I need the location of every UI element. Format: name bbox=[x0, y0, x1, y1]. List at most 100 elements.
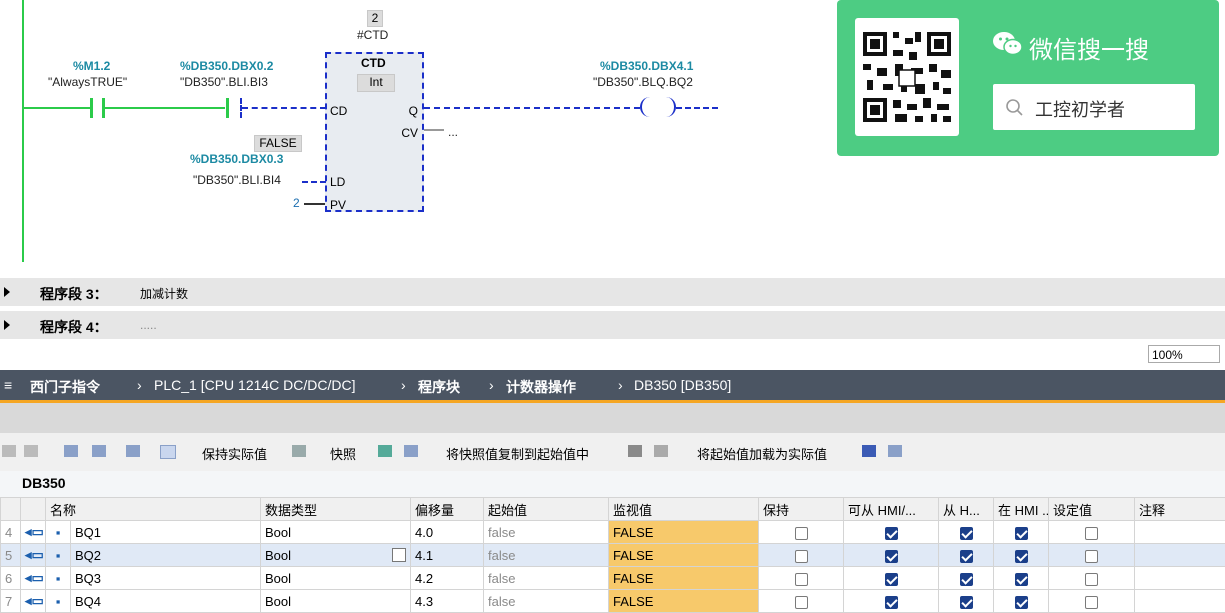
hmi-write-checkbox[interactable] bbox=[960, 550, 973, 563]
ctd-title: CTD bbox=[361, 56, 386, 70]
zoom-field[interactable]: 100% bbox=[1148, 345, 1220, 363]
breadcrumb-counter[interactable]: 计数器操作 bbox=[506, 377, 576, 397]
keep-actual-button[interactable]: 保持实际值 bbox=[202, 444, 267, 463]
copy-snapshot-button[interactable]: 将快照值复制到起始值中 bbox=[446, 444, 589, 463]
row-name[interactable]: BQ4 bbox=[71, 590, 261, 613]
wire bbox=[676, 107, 718, 109]
row-type[interactable]: Bool bbox=[261, 521, 411, 544]
row-type[interactable]: Bool bbox=[261, 567, 411, 590]
row-start[interactable]: false bbox=[484, 567, 609, 590]
row-name[interactable]: BQ1 bbox=[71, 521, 261, 544]
collapse-icon[interactable] bbox=[92, 445, 106, 457]
segment-desc: ..... bbox=[140, 318, 157, 332]
hmi-access-checkbox[interactable] bbox=[885, 550, 898, 563]
load-alt-icon[interactable] bbox=[654, 445, 668, 457]
expand-arrow-icon[interactable] bbox=[4, 320, 10, 330]
hmi-visible-checkbox[interactable] bbox=[1015, 550, 1028, 563]
row-monitor: FALSE bbox=[609, 521, 759, 544]
download-icon[interactable] bbox=[862, 445, 876, 457]
contact-bi3[interactable] bbox=[226, 98, 229, 118]
retain-checkbox[interactable] bbox=[795, 527, 808, 540]
copy-icon[interactable] bbox=[378, 445, 392, 457]
network-segment-3[interactable]: 程序段 3： 加减计数 bbox=[0, 278, 1225, 306]
col-start[interactable]: 起始值 bbox=[484, 498, 609, 521]
setpoint-checkbox[interactable] bbox=[1085, 527, 1098, 540]
breadcrumb-blocks[interactable]: 程序块 bbox=[418, 377, 460, 397]
m12-symbol: "AlwaysTRUE" bbox=[48, 75, 127, 89]
breadcrumb-db[interactable]: DB350 [DB350] bbox=[634, 377, 731, 393]
col-comment[interactable]: 注释 bbox=[1135, 498, 1225, 521]
hmi-write-checkbox[interactable] bbox=[960, 596, 973, 609]
col-retain[interactable]: 保持 bbox=[759, 498, 844, 521]
hmi-access-checkbox[interactable] bbox=[885, 596, 898, 609]
row-index: 7 bbox=[1, 590, 21, 613]
breadcrumb: ≡ 西门子指令 › PLC_1 [CPU 1214C DC/DC/DC] › 程… bbox=[0, 370, 1225, 400]
hmi-write-checkbox[interactable] bbox=[960, 573, 973, 586]
type-picker-icon[interactable] bbox=[392, 548, 406, 562]
hmi-visible-checkbox[interactable] bbox=[1015, 596, 1028, 609]
pin-ld: LD bbox=[330, 175, 345, 189]
row-name[interactable]: BQ2 bbox=[71, 544, 261, 567]
contact-m12[interactable] bbox=[90, 98, 93, 118]
row-comment[interactable] bbox=[1135, 521, 1225, 544]
download-alt-icon[interactable] bbox=[888, 445, 902, 457]
table-row[interactable]: 7 ◂▭ ▪ BQ4 Bool 4.3 false FALSE bbox=[1, 590, 1225, 613]
row-start[interactable]: false bbox=[484, 590, 609, 613]
table-row[interactable]: 5 ◂▭ ▪ BQ2 Bool 4.1 false FALSE bbox=[1, 544, 1225, 567]
setpoint-checkbox[interactable] bbox=[1085, 596, 1098, 609]
setpoint-checkbox[interactable] bbox=[1085, 550, 1098, 563]
expand-icon[interactable] bbox=[64, 445, 78, 457]
insert-row-icon[interactable] bbox=[2, 445, 16, 457]
snapshot-button[interactable]: 快照 bbox=[330, 444, 356, 463]
header-bar bbox=[0, 403, 1225, 433]
col-hmi-access[interactable]: 可从 HMI/... bbox=[844, 498, 939, 521]
setpoint-checkbox[interactable] bbox=[1085, 573, 1098, 586]
col-hmi-visible[interactable]: 在 HMI ... bbox=[994, 498, 1049, 521]
retain-checkbox[interactable] bbox=[795, 550, 808, 563]
row-comment[interactable] bbox=[1135, 590, 1225, 613]
col-name[interactable]: 名称 bbox=[46, 498, 261, 521]
retain-checkbox[interactable] bbox=[795, 596, 808, 609]
load-start-button[interactable]: 将起始值加载为实际值 bbox=[697, 444, 827, 463]
cv-value: ... bbox=[448, 125, 458, 139]
network-segment-4[interactable]: 程序段 4： ..... bbox=[0, 311, 1225, 339]
hmi-access-checkbox[interactable] bbox=[885, 573, 898, 586]
breadcrumb-project[interactable]: 西门子指令 bbox=[30, 377, 100, 397]
list-icon[interactable] bbox=[126, 445, 140, 457]
col-setpoint[interactable]: 设定值 bbox=[1049, 498, 1135, 521]
row-type[interactable]: Bool bbox=[261, 590, 411, 613]
instance-number: 2 bbox=[367, 10, 383, 27]
retain-checkbox[interactable] bbox=[795, 573, 808, 586]
col-offset[interactable]: 偏移量 bbox=[411, 498, 484, 521]
col-hmi-write[interactable]: 从 H... bbox=[939, 498, 994, 521]
col-monitor[interactable]: 监视值 bbox=[609, 498, 759, 521]
copy-alt-icon[interactable] bbox=[404, 445, 418, 457]
expand-arrow-icon[interactable] bbox=[4, 287, 10, 297]
row-comment[interactable] bbox=[1135, 567, 1225, 590]
row-start[interactable]: false bbox=[484, 544, 609, 567]
wechat-search-box[interactable]: 工控初学者 bbox=[993, 84, 1195, 130]
snapshot-icon[interactable] bbox=[292, 445, 306, 457]
table-row[interactable]: 6 ◂▭ ▪ BQ3 Bool 4.2 false FALSE bbox=[1, 567, 1225, 590]
hmi-access-checkbox[interactable] bbox=[885, 527, 898, 540]
add-row-icon[interactable] bbox=[24, 445, 38, 457]
hmi-visible-checkbox[interactable] bbox=[1015, 573, 1028, 586]
db-title-row: DB350 bbox=[0, 471, 1225, 497]
table-row[interactable]: 4 ◂▭ ▪ BQ1 Bool 4.0 false FALSE bbox=[1, 521, 1225, 544]
col-type[interactable]: 数据类型 bbox=[261, 498, 411, 521]
bi4-address: %DB350.DBX0.3 bbox=[190, 152, 283, 166]
row-start[interactable]: false bbox=[484, 521, 609, 544]
load-icon[interactable] bbox=[628, 445, 642, 457]
row-comment[interactable] bbox=[1135, 544, 1225, 567]
row-name[interactable]: BQ3 bbox=[71, 567, 261, 590]
breadcrumb-plc[interactable]: PLC_1 [CPU 1214C DC/DC/DC] bbox=[154, 377, 356, 393]
ctd-block[interactable]: CTD Int CD Q CV LD PV bbox=[325, 52, 424, 212]
bullet-icon: ▪ bbox=[46, 544, 71, 567]
row-type[interactable]: Bool bbox=[265, 548, 291, 563]
pin-cv: CV bbox=[401, 126, 418, 140]
hmi-write-checkbox[interactable] bbox=[960, 527, 973, 540]
hmi-visible-checkbox[interactable] bbox=[1015, 527, 1028, 540]
menu-icon[interactable]: ≡ bbox=[4, 377, 12, 393]
monitor-icon[interactable] bbox=[160, 445, 176, 459]
coil-bq2[interactable] bbox=[640, 97, 650, 117]
